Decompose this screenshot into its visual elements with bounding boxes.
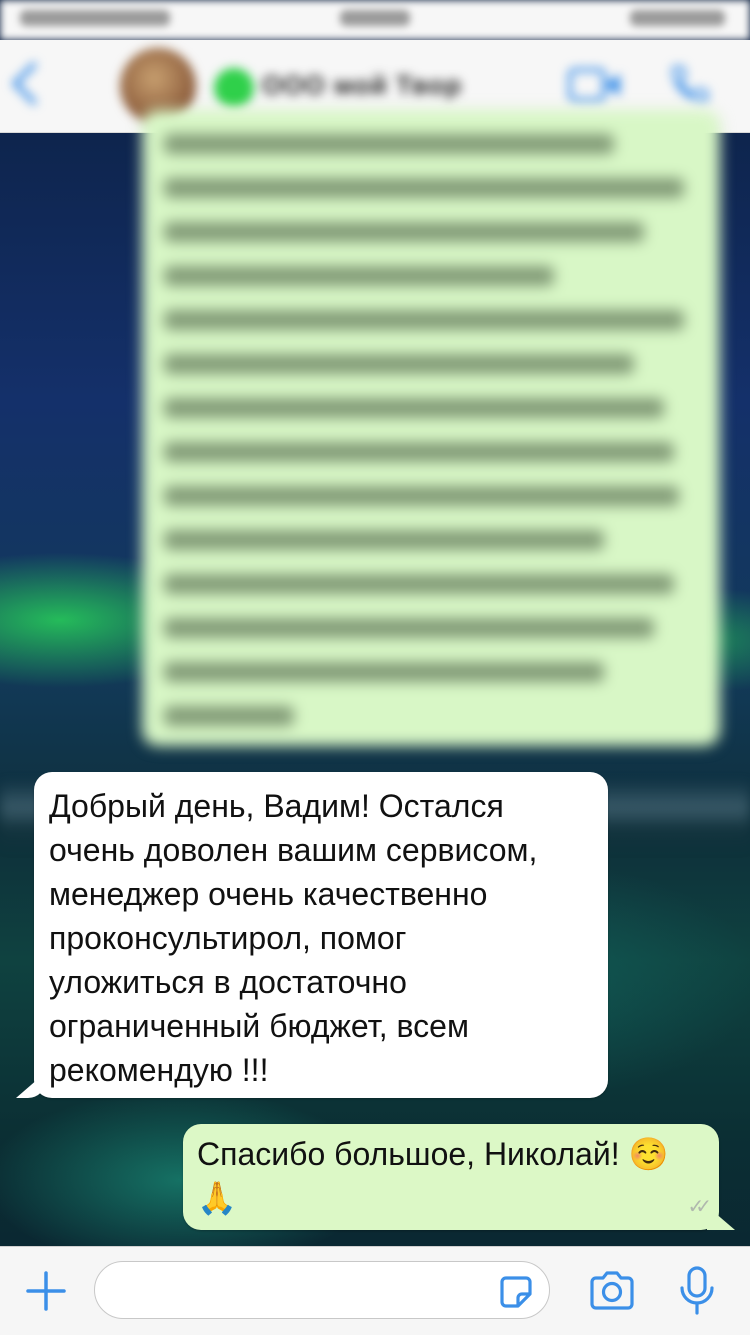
microphone-icon[interactable] [676,1265,718,1317]
blurred-text-line [164,134,614,154]
blurred-text-line [164,442,674,462]
outgoing-message-text: Спасибо большое, Николай! ☺️ 🙏 [197,1132,703,1220]
blurred-text-line [164,310,684,330]
blurred-text-line [164,574,674,594]
video-camera-lens [604,74,620,96]
video-camera-icon[interactable] [568,68,620,102]
contact-status-dot [214,68,254,108]
chevron-left-icon[interactable] [11,61,56,106]
video-camera-body [568,68,606,102]
blurred-text-line [164,354,634,374]
message-input-bar [0,1246,750,1335]
outgoing-message-bubble[interactable]: Спасибо большое, Николай! ☺️ 🙏 ✓✓ [183,1124,719,1230]
incoming-message-bubble[interactable]: Добрый день, Вадим! Остался очень доволе… [34,772,608,1098]
blurred-message-bubble[interactable] [142,110,720,746]
sticker-icon[interactable] [496,1272,536,1312]
carrier-signal [20,10,170,26]
camera-icon[interactable] [588,1270,636,1312]
blurred-text-line [164,398,664,418]
status-time [340,10,410,26]
blurred-text-line [164,486,679,506]
blurred-text-line [164,266,554,286]
blurred-text-line [164,662,604,682]
status-bar [0,0,750,40]
plus-icon[interactable] [24,1269,68,1313]
blurred-text-line [164,618,654,638]
blurred-text-line [164,530,604,550]
blurred-text-line [164,178,684,198]
battery-indicator [630,10,725,26]
outgoing-message-line: Спасибо большое, Николай! ☺️ 🙏 [197,1136,669,1216]
blurred-text-line [164,222,644,242]
chat-title[interactable]: ООО мой Твор [262,70,462,101]
blurred-text-line [164,706,294,726]
phone-icon[interactable] [668,62,712,106]
message-input[interactable] [94,1261,550,1319]
incoming-message-text: Добрый день, Вадим! Остался очень доволе… [49,788,538,1088]
read-receipt-icon: ✓✓ [687,1194,711,1218]
